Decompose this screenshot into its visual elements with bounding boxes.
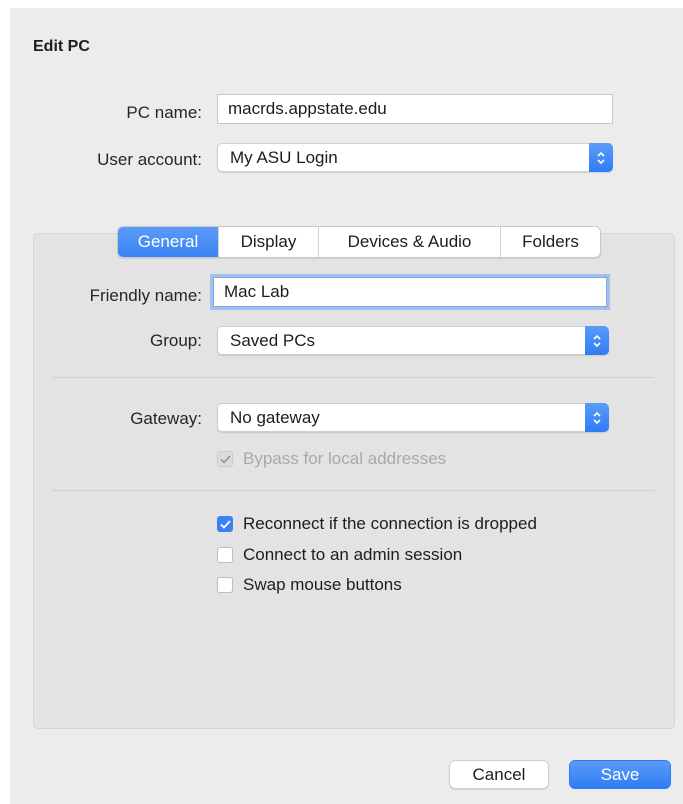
- tab-folders[interactable]: Folders: [500, 227, 600, 257]
- admin-session-label: Connect to an admin session: [243, 545, 463, 564]
- tab-general[interactable]: General: [118, 227, 218, 257]
- edit-pc-dialog: Edit PC PC name: macrds.appstate.edu Use…: [10, 8, 683, 804]
- updown-chevron-icon: [589, 143, 613, 172]
- user-account-label: User account:: [97, 150, 202, 169]
- swap-mouse-label: Swap mouse buttons: [243, 575, 402, 594]
- section-divider: [52, 377, 654, 378]
- gateway-label: Gateway:: [130, 409, 202, 428]
- friendly-name-field[interactable]: Mac Lab: [213, 277, 607, 307]
- admin-session-checkbox[interactable]: Connect to an admin session: [217, 545, 462, 565]
- gateway-popup[interactable]: No gateway: [217, 403, 609, 432]
- tab-bar: General Display Devices & Audio Folders: [117, 226, 601, 258]
- bypass-local-label: Bypass for local addresses: [243, 449, 447, 468]
- bypass-local-checkbox[interactable]: Bypass for local addresses: [217, 449, 446, 469]
- swap-mouse-checkbox[interactable]: Swap mouse buttons: [217, 575, 402, 595]
- updown-chevron-icon: [585, 326, 609, 355]
- group-value: Saved PCs: [230, 331, 316, 350]
- friendly-name-label: Friendly name:: [89, 286, 202, 305]
- save-button[interactable]: Save: [569, 760, 671, 789]
- pc-name-label: PC name:: [126, 103, 202, 122]
- user-account-value: My ASU Login: [230, 148, 338, 167]
- section-divider: [52, 490, 654, 491]
- user-account-popup[interactable]: My ASU Login: [217, 143, 613, 172]
- tab-content-panel: [33, 233, 675, 729]
- unchecked-box-icon: [217, 547, 233, 563]
- gateway-value: No gateway: [230, 408, 320, 427]
- checkmark-icon: [217, 516, 233, 532]
- group-popup[interactable]: Saved PCs: [217, 326, 609, 355]
- tab-devices-audio[interactable]: Devices & Audio: [318, 227, 500, 257]
- dialog-title: Edit PC: [33, 38, 90, 55]
- reconnect-checkbox[interactable]: Reconnect if the connection is dropped: [217, 514, 537, 534]
- checkmark-icon: [217, 451, 233, 467]
- tab-display[interactable]: Display: [218, 227, 318, 257]
- cancel-button[interactable]: Cancel: [449, 760, 549, 789]
- reconnect-label: Reconnect if the connection is dropped: [243, 514, 537, 533]
- unchecked-box-icon: [217, 577, 233, 593]
- updown-chevron-icon: [585, 403, 609, 432]
- pc-name-field[interactable]: macrds.appstate.edu: [217, 94, 613, 124]
- group-label: Group:: [150, 331, 202, 350]
